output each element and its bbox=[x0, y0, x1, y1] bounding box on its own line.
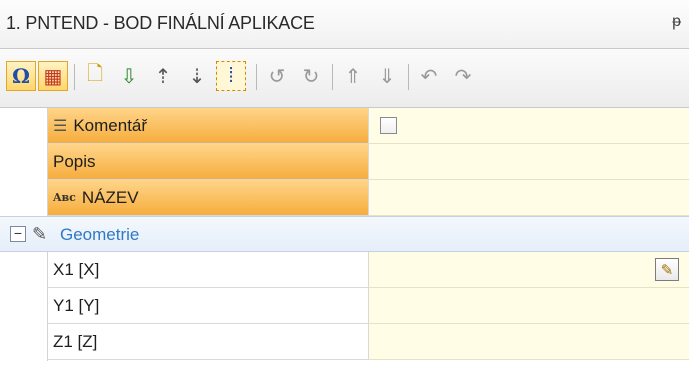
geometry-pin-icon: ✎ bbox=[32, 224, 48, 244]
sort-down-icon: ⇣ bbox=[188, 65, 206, 88]
row-gutter bbox=[0, 108, 48, 145]
redo-button[interactable]: ↷ bbox=[448, 61, 478, 91]
import-icon: ⇩ bbox=[120, 65, 138, 88]
panel-title-bar: 1. PNTEND - BOD FINÁLNÍ APLIKACE ᵽ bbox=[0, 0, 689, 49]
omega-button[interactable]: Ω bbox=[6, 61, 36, 91]
property-name-comment[interactable]: ☰ Komentář bbox=[48, 108, 369, 144]
rotate-right-button[interactable]: ↻ bbox=[296, 61, 326, 91]
move-up-button[interactable]: ⇑ bbox=[338, 61, 368, 91]
property-value-nazev[interactable] bbox=[369, 180, 689, 216]
new-document-icon: 🗋 bbox=[86, 63, 104, 85]
property-grid: ☰ Komentář Popis Aʙc NÁZEV − ✎ Geometrie… bbox=[0, 108, 689, 376]
property-name-z1[interactable]: Z1 [Z] bbox=[48, 324, 369, 360]
properties-panel: 1. PNTEND - BOD FINÁLNÍ APLIKACE ᵽ Ω ▦ 🗋… bbox=[0, 0, 689, 376]
new-document-button[interactable]: 🗋 bbox=[80, 61, 110, 91]
property-value-comment bbox=[369, 108, 689, 144]
property-name-popis[interactable]: Popis bbox=[48, 144, 369, 180]
toolbar-separator bbox=[256, 64, 257, 90]
toolbar-separator bbox=[74, 64, 75, 90]
popis-label: Popis bbox=[53, 151, 96, 171]
property-value-x1[interactable]: ✎ bbox=[369, 252, 689, 288]
comment-label: Komentář bbox=[73, 115, 148, 135]
property-value-popis[interactable] bbox=[369, 144, 689, 180]
omega-icon: Ω bbox=[12, 64, 30, 88]
row-gutter bbox=[0, 324, 48, 361]
rotate-left-icon: ↺ bbox=[268, 65, 286, 88]
sort-up-button[interactable]: ⇡ bbox=[148, 61, 178, 91]
group-header-geometrie[interactable]: − ✎ Geometrie bbox=[0, 216, 689, 252]
property-value-y1[interactable] bbox=[369, 288, 689, 324]
select-icon: ⁞ bbox=[228, 64, 234, 87]
property-row-comment: ☰ Komentář bbox=[0, 108, 689, 145]
sort-down-button[interactable]: ⇣ bbox=[182, 61, 212, 91]
select-button[interactable]: ⁞ bbox=[216, 61, 246, 91]
move-up-icon: ⇑ bbox=[344, 65, 362, 88]
rotate-right-icon: ↻ bbox=[302, 65, 320, 88]
row-gutter bbox=[0, 288, 48, 325]
y1-label: Y1 [Y] bbox=[53, 295, 100, 315]
property-name-y1[interactable]: Y1 [Y] bbox=[48, 288, 369, 324]
row-gutter bbox=[0, 144, 48, 181]
z1-label: Z1 [Z] bbox=[53, 331, 98, 351]
nazev-label: NÁZEV bbox=[81, 187, 139, 207]
panel-title: 1. PNTEND - BOD FINÁLNÍ APLIKACE bbox=[6, 13, 315, 33]
property-row-z1: Z1 [Z] bbox=[0, 324, 689, 361]
row-gutter bbox=[0, 252, 48, 289]
pin-icon[interactable]: ᵽ bbox=[672, 13, 681, 31]
property-row-nazev: Aʙc NÁZEV bbox=[0, 180, 689, 217]
edit-note-icon: ✎ bbox=[660, 261, 674, 279]
move-down-icon: ⇓ bbox=[378, 65, 396, 88]
comment-icon: ☰ bbox=[53, 117, 68, 135]
property-name-nazev[interactable]: Aʙc NÁZEV bbox=[48, 180, 369, 216]
undo-icon: ↶ bbox=[420, 65, 438, 88]
property-name-x1[interactable]: X1 [X] bbox=[48, 252, 369, 288]
toolbar-separator bbox=[332, 64, 333, 90]
text-type-icon: Aʙc bbox=[53, 191, 76, 204]
property-row-y1: Y1 [Y] bbox=[0, 288, 689, 325]
import-button[interactable]: ⇩ bbox=[114, 61, 144, 91]
rotate-left-button[interactable]: ↺ bbox=[262, 61, 292, 91]
edit-value-button[interactable]: ✎ bbox=[655, 258, 679, 281]
undo-button[interactable]: ↶ bbox=[414, 61, 444, 91]
grid-view-icon: ▦ bbox=[43, 65, 63, 88]
sort-up-icon: ⇡ bbox=[154, 65, 172, 88]
property-value-z1[interactable] bbox=[369, 324, 689, 360]
toolbar-separator bbox=[408, 64, 409, 90]
redo-icon: ↷ bbox=[454, 65, 472, 88]
move-down-button[interactable]: ⇓ bbox=[372, 61, 402, 91]
x1-label: X1 [X] bbox=[53, 259, 100, 279]
property-row-popis: Popis bbox=[0, 144, 689, 181]
row-gutter bbox=[0, 180, 48, 217]
comment-checkbox[interactable] bbox=[380, 117, 397, 134]
property-row-x1: X1 [X] ✎ bbox=[0, 252, 689, 289]
toolbar: Ω ▦ 🗋 ⇩ ⇡ ⇣ ⁞ ↺ ↻ ⇑ ⇓ ↶ ↷ bbox=[0, 49, 689, 108]
group-label: Geometrie bbox=[60, 225, 140, 244]
grid-view-button[interactable]: ▦ bbox=[38, 61, 68, 91]
collapse-toggle-icon[interactable]: − bbox=[10, 226, 26, 242]
